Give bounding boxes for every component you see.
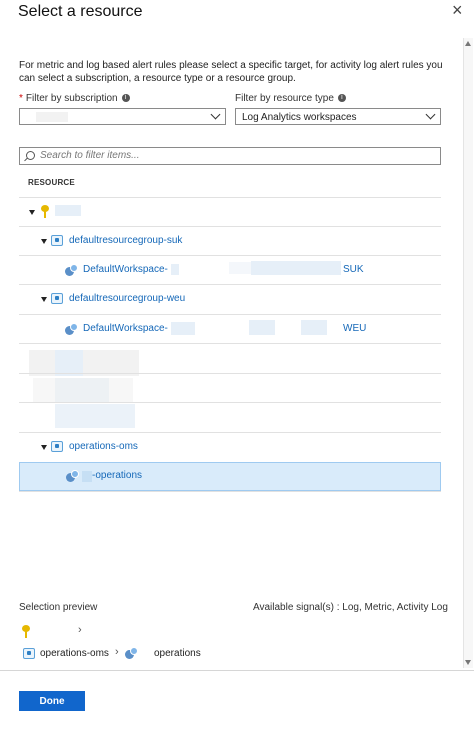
- subscription-filter-label: * Filter by subscription i: [19, 93, 130, 104]
- log-analytics-icon: [65, 323, 78, 335]
- subscription-dropdown[interactable]: [19, 108, 226, 125]
- ws-suk-label-prefix[interactable]: DefaultWorkspace-: [83, 264, 168, 275]
- breadcrumb-chevron: ›: [115, 646, 119, 658]
- divider: [19, 373, 441, 374]
- caret-down-icon[interactable]: [41, 445, 47, 450]
- breadcrumb-chevron: ›: [78, 624, 82, 636]
- resource-group-icon: [51, 235, 63, 246]
- divider: [19, 491, 441, 492]
- available-signals: Available signal(s) : Log, Metric, Activ…: [253, 602, 448, 613]
- tree-row-ws-suk[interactable]: DefaultWorkspace- SUK: [19, 256, 441, 284]
- redacted-rows: [19, 344, 441, 432]
- resource-type-dropdown-value: Log Analytics workspaces: [242, 112, 357, 123]
- search-icon: [26, 151, 35, 160]
- description-text: For metric and log based alert rules ple…: [19, 60, 443, 84]
- resource-group-icon: [23, 648, 35, 659]
- caret-down-icon[interactable]: [41, 239, 47, 244]
- chevron-down-icon: [210, 109, 221, 120]
- ws-oms-label-suffix[interactable]: -operations: [92, 470, 142, 481]
- close-icon[interactable]: ×: [452, 0, 463, 21]
- tree-row-ws-weu[interactable]: DefaultWorkspace- WEU: [19, 315, 441, 343]
- footer-divider: [0, 670, 474, 671]
- rg-suk-label[interactable]: defaultresourcegroup-suk: [69, 235, 182, 246]
- tree-row-ws-oms-selected[interactable]: -operations: [19, 462, 441, 491]
- resource-column-header: RESOURCE: [28, 178, 75, 187]
- key-icon: [21, 625, 31, 639]
- rg-oms-label[interactable]: operations-oms: [69, 441, 138, 452]
- caret-down-icon[interactable]: [41, 297, 47, 302]
- panel-title: Select a resource: [18, 3, 143, 20]
- caret-down-icon[interactable]: [29, 210, 35, 215]
- rg-weu-label[interactable]: defaultresourcegroup-weu: [69, 293, 185, 304]
- info-icon[interactable]: i: [337, 94, 346, 103]
- search-input[interactable]: Search to filter items...: [19, 147, 441, 165]
- ws-weu-label-suffix[interactable]: WEU: [343, 323, 366, 334]
- redacted-workspace-id: [171, 322, 195, 335]
- log-analytics-icon: [65, 264, 78, 276]
- log-analytics-icon: [66, 470, 79, 482]
- info-icon[interactable]: i: [121, 94, 130, 103]
- redacted-workspace-id: [251, 261, 341, 275]
- redacted-block: [33, 378, 133, 402]
- path-rg: operations-oms: [40, 648, 109, 659]
- scroll-down-icon[interactable]: [465, 660, 471, 665]
- tree-row-rg-weu[interactable]: defaultresourcegroup-weu: [19, 285, 441, 314]
- selection-path: operations-oms › operations: [19, 645, 319, 663]
- redacted-workspace-prefix: [82, 471, 92, 482]
- done-button[interactable]: Done: [19, 691, 85, 711]
- log-analytics-icon: [125, 647, 138, 659]
- tree-row-rg-suk[interactable]: defaultresourcegroup-suk: [19, 227, 441, 255]
- vertical-scrollbar[interactable]: [463, 38, 473, 668]
- resource-type-filter-label-text: Filter by resource type: [235, 93, 334, 104]
- resource-type-filter-label: Filter by resource type i: [235, 93, 346, 104]
- tree-row-subscription[interactable]: [19, 198, 441, 226]
- selection-preview-label: Selection preview: [19, 602, 98, 613]
- subscription-filter-label-text: Filter by subscription: [25, 93, 118, 104]
- ws-weu-label-prefix[interactable]: DefaultWorkspace-: [83, 323, 168, 334]
- redacted-workspace-id: [171, 264, 179, 275]
- divider: [19, 402, 441, 403]
- resource-group-icon: [51, 441, 63, 452]
- search-placeholder: Search to filter items...: [40, 150, 140, 161]
- subscription-dropdown-value: [20, 112, 26, 123]
- resource-group-icon: [51, 293, 63, 304]
- redacted-subscription-name: [55, 205, 81, 216]
- resource-type-dropdown[interactable]: Log Analytics workspaces: [235, 108, 441, 125]
- ws-suk-label-suffix[interactable]: SUK: [343, 264, 364, 275]
- redacted-block: [55, 404, 135, 428]
- tree-row-rg-oms[interactable]: operations-oms: [19, 433, 441, 461]
- chevron-down-icon: [425, 109, 436, 120]
- redacted-workspace-id: [301, 320, 327, 335]
- key-icon: [40, 205, 50, 219]
- redacted-subscription: [36, 112, 68, 122]
- redacted-workspace-id: [249, 320, 275, 335]
- required-marker: *: [19, 93, 23, 104]
- scroll-up-icon[interactable]: [465, 41, 471, 46]
- path-ws: operations: [154, 648, 201, 659]
